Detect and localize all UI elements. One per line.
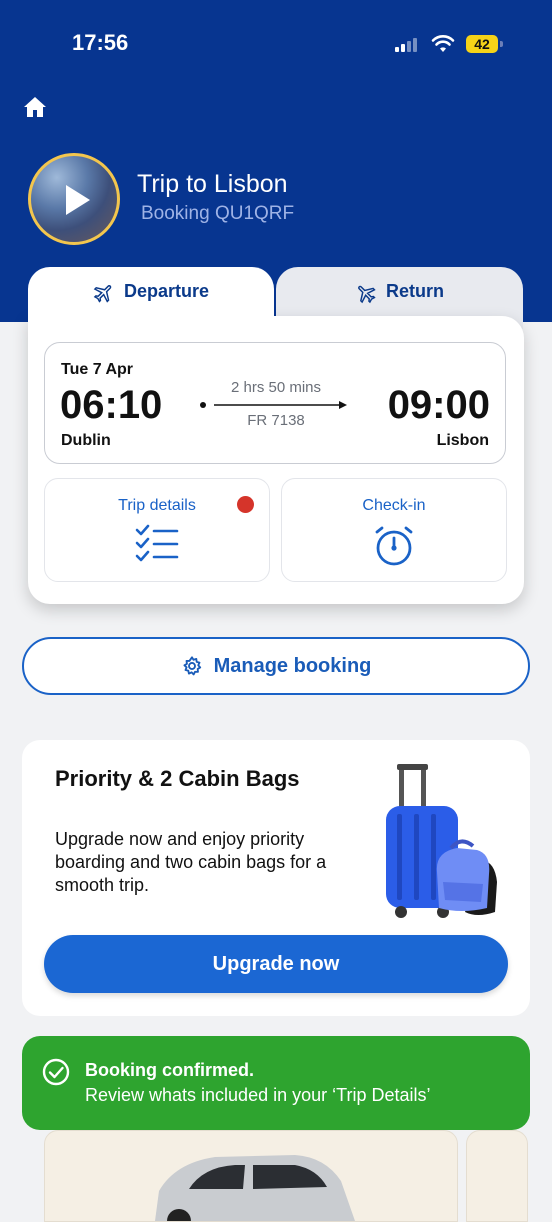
suitcase-icon: [386, 764, 497, 918]
battery-tip: [500, 41, 503, 47]
car-rental-card[interactable]: [44, 1130, 458, 1222]
trip-details-label: Trip details: [118, 497, 196, 514]
signal-icon: [395, 38, 421, 52]
upgrade-now-button[interactable]: Upgrade now: [44, 935, 508, 993]
destination-city: Lisbon: [436, 432, 489, 449]
upsell-description: Upgrade now and enjoy priority boarding …: [55, 829, 327, 895]
play-icon: [66, 185, 90, 215]
manage-booking-button[interactable]: Manage booking: [22, 637, 530, 695]
flight-card: Tue 7 Apr 06:10 09:00 Dublin Lisbon 2 hr…: [28, 316, 524, 604]
booking-confirmed-toast[interactable]: Booking confirmed. Review whats included…: [22, 1036, 530, 1130]
plane-icon: [93, 285, 112, 303]
flight-number: FR 7138: [247, 412, 305, 429]
stopwatch-icon: [375, 526, 413, 566]
tab-departure-label: Departure: [123, 281, 210, 301]
upsell-card: Priority & 2 Cabin Bags Upgrade now and …: [22, 740, 530, 1016]
notification-dot: [237, 496, 254, 513]
tab-departure[interactable]: Departure: [28, 267, 274, 329]
check-in-button[interactable]: Check-in: [281, 478, 507, 582]
manage-booking-label: Manage booking: [213, 654, 372, 677]
gear-icon: [183, 656, 201, 676]
route-arrow: [200, 401, 347, 409]
next-card-peek[interactable]: [466, 1130, 528, 1222]
check-circle-icon: [42, 1058, 70, 1086]
departure-time: 06:10: [60, 383, 163, 427]
flight-date: Tue 7 Apr: [61, 361, 134, 378]
trip-title: Trip to Lisbon: [137, 170, 288, 198]
checklist-icon: [135, 524, 179, 562]
arrival-time: 09:00: [387, 383, 490, 427]
upsell-title: Priority & 2 Cabin Bags: [55, 766, 300, 791]
flight-summary[interactable]: Tue 7 Apr 06:10 09:00 Dublin Lisbon 2 hr…: [44, 342, 506, 464]
toast-title: Booking confirmed.: [85, 1060, 255, 1080]
status-time: 17:56: [72, 30, 129, 55]
flight-duration: 2 hrs 50 mins: [230, 379, 322, 396]
check-in-label: Check-in: [362, 497, 426, 514]
wifi-icon: [431, 35, 455, 52]
trip-details-button[interactable]: Trip details: [44, 478, 270, 582]
car-icon: [155, 1155, 355, 1221]
battery-indicator: 42: [466, 35, 498, 53]
trip-video-thumbnail[interactable]: [28, 153, 120, 245]
home-icon[interactable]: [22, 95, 48, 119]
booking-reference: Booking QU1QRF: [141, 203, 295, 224]
plane-icon: [358, 285, 376, 304]
toast-message: Review whats included in your ‘Trip Deta…: [85, 1085, 431, 1105]
origin-city: Dublin: [61, 432, 111, 449]
tab-return-label: Return: [386, 281, 444, 301]
